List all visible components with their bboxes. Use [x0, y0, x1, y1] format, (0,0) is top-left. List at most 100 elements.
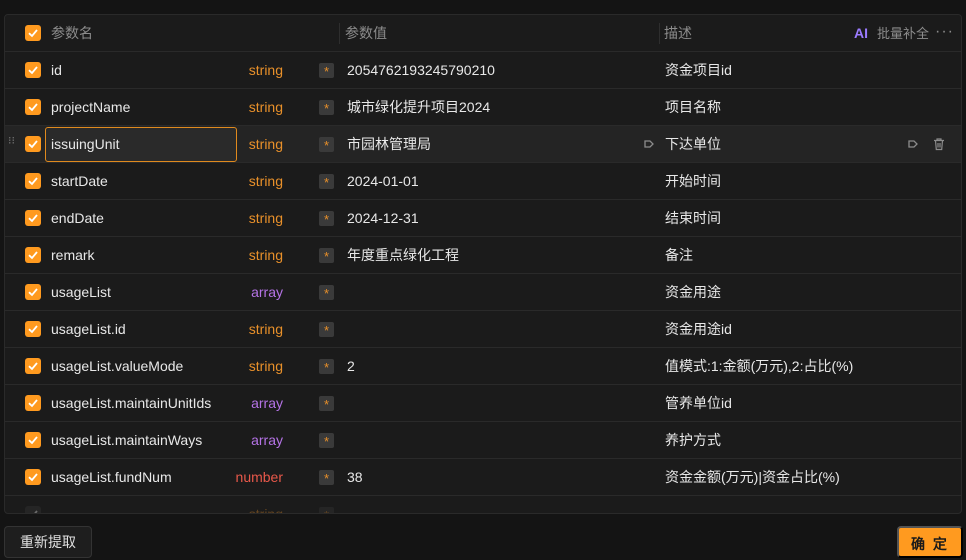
header-value: 参数值 [345, 25, 387, 41]
check-icon [28, 288, 38, 297]
link-icon[interactable] [906, 137, 920, 151]
required-marker: * [319, 248, 334, 264]
param-desc[interactable]: 项目名称 [665, 89, 721, 126]
check-icon [28, 140, 38, 149]
param-name[interactable]: remark [51, 237, 95, 274]
row-checkbox[interactable] [25, 506, 41, 513]
param-name[interactable]: startDate [51, 163, 108, 200]
param-name[interactable]: usageList.valueMode [51, 348, 183, 385]
row-checkbox[interactable] [25, 173, 41, 189]
header-name: 参数名 [51, 25, 93, 41]
required-marker: * [319, 507, 334, 513]
param-value[interactable]: 年度重点绿化工程 [347, 237, 459, 274]
required-marker: * [319, 100, 334, 116]
check-icon [28, 214, 38, 223]
check-icon [28, 362, 38, 371]
param-type: string [248, 136, 283, 152]
params-table: 参数名 参数值 描述 AI 批量补全 ··· id string * 20547… [4, 14, 962, 514]
check-icon [28, 399, 38, 408]
required-marker: * [319, 470, 334, 486]
header-desc: 描述 [664, 25, 692, 41]
table-row: issuingUnit string * 市园林管理局 下达单位 ⁝⁝ [5, 126, 961, 163]
table-row: usageList.valueMode string * 2 值模式:1:金额(… [5, 348, 961, 385]
check-icon [28, 29, 38, 38]
check-icon [28, 325, 38, 334]
row-checkbox[interactable] [25, 210, 41, 226]
table-row: usageList.fundNum number * 38 资金金额(万元)|资… [5, 459, 961, 496]
param-value[interactable]: 2054762193245790210 [347, 52, 495, 89]
table-row: id string * 2054762193245790210 资金项目id [5, 52, 961, 89]
row-checkbox[interactable] [25, 136, 41, 152]
column-divider [659, 23, 660, 44]
param-value[interactable]: 市园林管理局 [347, 126, 431, 163]
param-name[interactable]: endDate [51, 200, 104, 237]
row-checkbox[interactable] [25, 321, 41, 337]
param-type: string [248, 321, 283, 337]
param-name[interactable]: usageList.id [51, 311, 126, 348]
required-marker: * [319, 433, 334, 449]
required-marker: * [319, 174, 334, 190]
check-icon [28, 66, 38, 75]
more-icon[interactable]: ··· [935, 15, 954, 49]
row-checkbox[interactable] [25, 247, 41, 263]
table-row: usageList.id string * 资金用途id [5, 311, 961, 348]
param-value[interactable]: 2 [347, 348, 355, 385]
required-marker: * [319, 396, 334, 412]
param-type: array [251, 432, 283, 448]
table-row: endDate string * 2024-12-31 结束时间 [5, 200, 961, 237]
param-name[interactable]: issuingUnit [51, 126, 119, 163]
param-desc[interactable]: 资金金额(万元)|资金占比(%) [665, 459, 840, 496]
param-desc[interactable]: 备注 [665, 237, 693, 274]
param-value[interactable]: 2024-12-31 [347, 200, 419, 237]
param-name[interactable]: projectName [51, 89, 130, 126]
row-checkbox[interactable] [25, 284, 41, 300]
required-marker: * [319, 211, 334, 227]
row-checkbox[interactable] [25, 432, 41, 448]
select-all-checkbox[interactable] [25, 25, 41, 41]
param-desc[interactable]: 资金用途 [665, 274, 721, 311]
param-desc[interactable]: 结束时间 [665, 200, 721, 237]
param-value[interactable]: 2024-01-01 [347, 163, 419, 200]
drag-handle-icon[interactable]: ⁝⁝ [8, 136, 15, 147]
required-marker: * [319, 63, 334, 79]
param-name[interactable]: usageList.maintainWays [51, 422, 202, 459]
row-checkbox[interactable] [25, 99, 41, 115]
ai-icon[interactable]: AI [854, 15, 868, 52]
table-row: usageList.maintainWays array * 养护方式 [5, 422, 961, 459]
param-desc[interactable]: 管养单位id [665, 385, 732, 422]
check-icon [28, 177, 38, 186]
table-row: remark string * 年度重点绿化工程 备注 [5, 237, 961, 274]
param-type: string [248, 62, 283, 78]
link-icon[interactable] [642, 137, 656, 151]
param-desc[interactable]: 养护方式 [665, 422, 721, 459]
param-type: string [248, 247, 283, 263]
row-checkbox[interactable] [25, 469, 41, 485]
param-type: string [248, 99, 283, 115]
row-checkbox[interactable] [25, 62, 41, 78]
param-value[interactable]: 城市绿化提升项目2024 [347, 89, 490, 126]
param-desc[interactable]: 下达单位 [665, 126, 721, 163]
batch-complete-button[interactable]: 批量补全 [877, 15, 929, 52]
confirm-button[interactable]: 确 定 [897, 526, 963, 558]
param-type: string [248, 358, 283, 374]
required-marker: * [319, 137, 334, 153]
param-name[interactable]: id [51, 52, 62, 89]
param-desc[interactable]: 开始时间 [665, 163, 721, 200]
param-type: number [235, 469, 283, 485]
reextract-button[interactable]: 重新提取 [4, 526, 92, 558]
table-row: usageList array * 资金用途 [5, 274, 961, 311]
param-value[interactable]: 38 [347, 459, 363, 496]
param-desc[interactable]: 资金项目id [665, 52, 732, 89]
param-desc[interactable]: 资金用途id [665, 311, 732, 348]
required-marker: * [319, 285, 334, 301]
row-checkbox[interactable] [25, 395, 41, 411]
param-name[interactable]: usageList.maintainUnitIds [51, 385, 211, 422]
row-checkbox[interactable] [25, 358, 41, 374]
delete-icon[interactable] [932, 137, 946, 151]
table-row: string * [5, 496, 961, 513]
param-desc[interactable]: 值模式:1:金额(万元),2:占比(%) [665, 348, 853, 385]
param-name[interactable]: usageList [51, 274, 111, 311]
param-name[interactable]: usageList.fundNum [51, 459, 172, 496]
check-icon [28, 436, 38, 445]
param-type: array [251, 284, 283, 300]
